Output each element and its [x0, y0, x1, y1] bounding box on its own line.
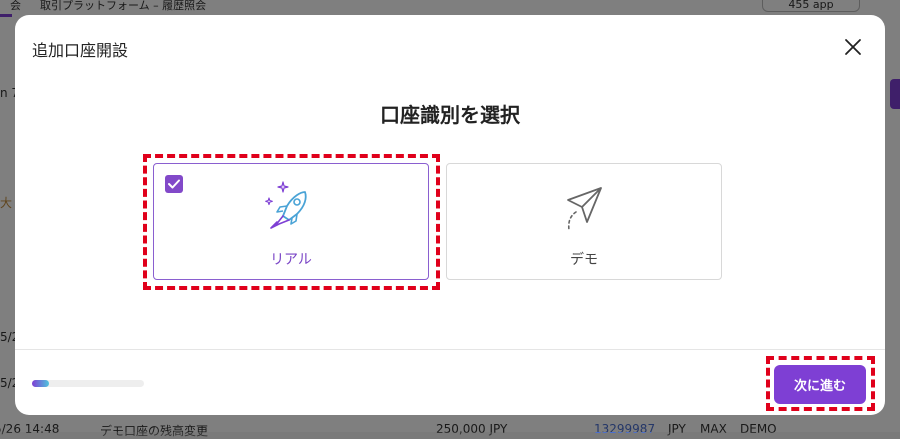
rocket-icon [265, 181, 307, 229]
close-button[interactable] [843, 37, 863, 57]
footer-divider [15, 349, 885, 350]
modal-title: 追加口座開設 [32, 41, 129, 60]
section-heading: 口座識別を選択 [380, 103, 520, 127]
progress-bar [32, 380, 144, 387]
option-label-demo: デモ [570, 252, 598, 268]
check-icon [168, 179, 180, 189]
option-card-demo[interactable]: デモ [446, 163, 722, 280]
option-card-real[interactable]: リアル [153, 163, 429, 280]
paper-plane-icon [567, 187, 602, 231]
add-account-modal: 追加口座開設 口座識別を選択 リアル デモ 次に進む [15, 15, 885, 415]
progress-bar-fill [32, 380, 49, 387]
close-icon [845, 39, 861, 55]
selected-checkbox[interactable] [165, 175, 183, 193]
next-button[interactable]: 次に進む [774, 365, 866, 404]
option-label-real: リアル [270, 252, 312, 268]
